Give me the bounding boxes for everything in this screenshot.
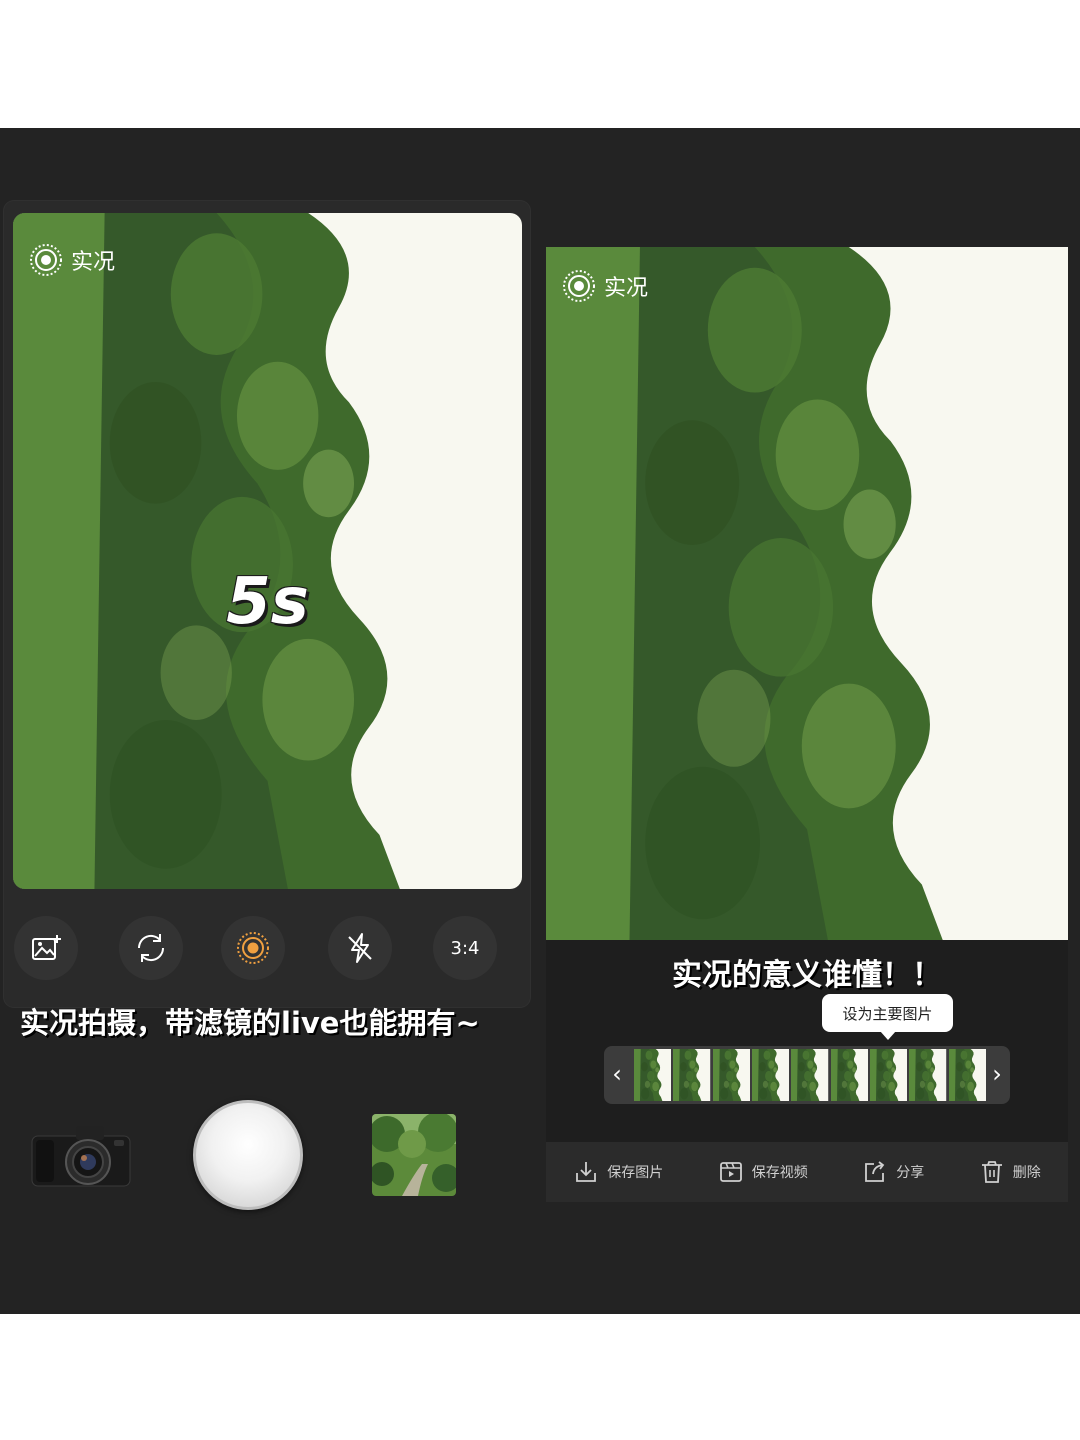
switch-camera-icon bbox=[137, 934, 165, 962]
right-caption: 实况的意义谁懂！！ bbox=[672, 958, 942, 993]
share-button[interactable]: 分享 bbox=[862, 1159, 924, 1185]
aspect-ratio-label: 3:4 bbox=[450, 937, 480, 959]
forest-preview-image bbox=[13, 213, 522, 889]
set-key-photo-button[interactable]: 设为主要图片 bbox=[822, 994, 953, 1040]
share-label: 分享 bbox=[896, 1165, 925, 1181]
live-photo-preview[interactable]: 实况 bbox=[546, 247, 1068, 940]
film-frame[interactable] bbox=[830, 1049, 868, 1101]
film-frame[interactable] bbox=[948, 1049, 986, 1101]
film-frame[interactable] bbox=[673, 1049, 711, 1101]
camera-viewfinder[interactable]: 实况 5s bbox=[13, 213, 522, 889]
save-image-label: 保存图片 bbox=[607, 1165, 664, 1181]
flash-off-icon bbox=[348, 933, 372, 963]
save-video-button[interactable]: 保存视频 bbox=[718, 1159, 808, 1185]
gallery-thumbnail[interactable] bbox=[372, 1114, 456, 1196]
gallery-add-button[interactable] bbox=[14, 916, 78, 980]
live-label: 实况 bbox=[71, 250, 116, 275]
video-icon bbox=[719, 1162, 742, 1182]
save-image-button[interactable]: 保存图片 bbox=[573, 1159, 663, 1185]
trash-icon bbox=[981, 1161, 1002, 1183]
save-video-label: 保存视频 bbox=[751, 1165, 808, 1181]
live-label: 实况 bbox=[604, 276, 649, 301]
live-photo-icon bbox=[30, 244, 62, 276]
gallery-add-icon bbox=[32, 935, 61, 960]
filmstrip-prev-arrow[interactable]: ‹ bbox=[606, 1060, 628, 1088]
delete-button[interactable]: 删除 bbox=[979, 1159, 1041, 1185]
film-frame[interactable] bbox=[751, 1049, 790, 1101]
gallery-thumbnail-image bbox=[372, 1114, 456, 1196]
camera-icon[interactable] bbox=[30, 1118, 134, 1190]
live-photo-toggle[interactable] bbox=[221, 916, 285, 980]
film-frame[interactable] bbox=[634, 1049, 672, 1101]
flash-button[interactable] bbox=[328, 916, 392, 980]
live-photo-icon bbox=[237, 932, 269, 964]
action-bar: 保存图片 保存视频 分享 删除 bbox=[546, 1142, 1068, 1202]
filmstrip-next-arrow[interactable]: › bbox=[986, 1060, 1008, 1088]
share-icon bbox=[865, 1161, 885, 1182]
filmstrip-frames bbox=[634, 1049, 986, 1101]
live-photo-icon bbox=[563, 270, 595, 302]
shutter-button[interactable] bbox=[193, 1100, 303, 1210]
live-badge[interactable]: 实况 bbox=[29, 243, 115, 277]
film-frame[interactable] bbox=[909, 1049, 947, 1101]
countdown-timer: 5s bbox=[226, 565, 309, 639]
delete-label: 删除 bbox=[1012, 1165, 1041, 1181]
download-icon bbox=[576, 1162, 597, 1182]
switch-camera-button[interactable] bbox=[119, 916, 183, 980]
frame-filmstrip[interactable]: ‹ › bbox=[604, 1046, 1010, 1104]
live-badge[interactable]: 实况 bbox=[562, 269, 648, 303]
film-frame[interactable] bbox=[791, 1049, 829, 1101]
film-frame[interactable] bbox=[712, 1049, 750, 1101]
aspect-ratio-button[interactable]: 3:4 bbox=[433, 916, 497, 980]
forest-photo-image bbox=[546, 247, 1068, 940]
left-caption: 实况拍摄，带滤镜的live也能拥有~ bbox=[20, 1006, 480, 1040]
film-frame[interactable] bbox=[869, 1049, 908, 1101]
